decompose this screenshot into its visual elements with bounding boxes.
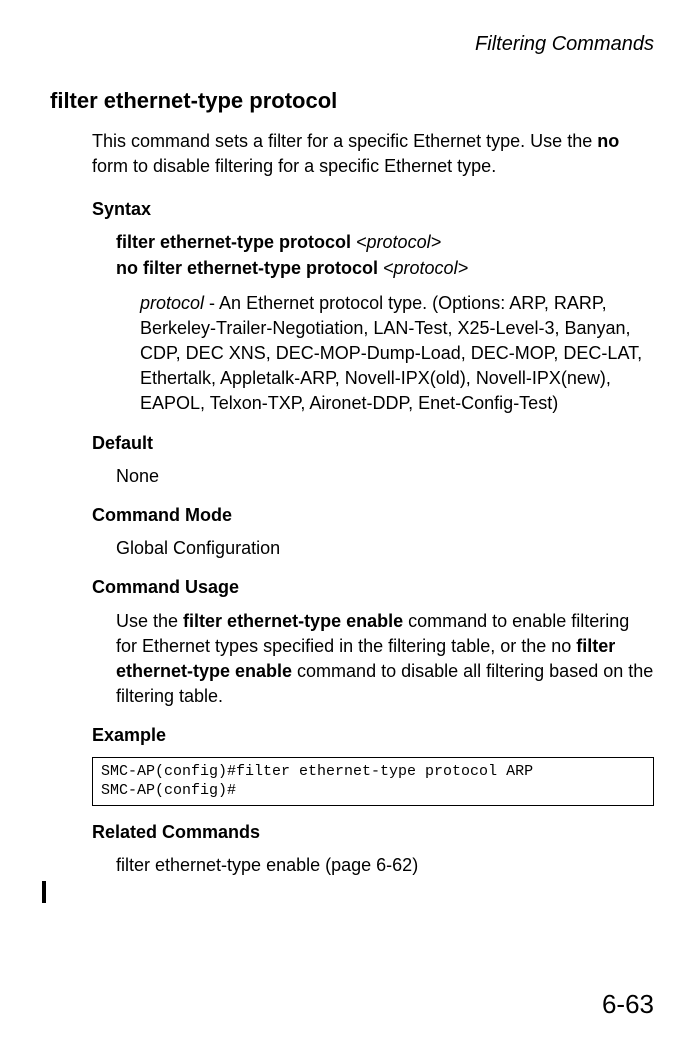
example-code: SMC-AP(config)#filter ethernet-type prot…: [92, 757, 654, 806]
param-name: protocol: [140, 293, 204, 313]
syntax-heading: Syntax: [92, 197, 654, 222]
usage-pre1: Use the: [116, 611, 183, 631]
default-heading: Default: [92, 431, 654, 456]
command-mode-value: Global Configuration: [116, 536, 654, 561]
default-value: None: [116, 464, 654, 489]
syntax-line-2: no filter ethernet-type protocol <protoc…: [116, 256, 654, 281]
change-bar-icon: [42, 881, 46, 903]
page-number: 6-63: [602, 986, 654, 1022]
description-bold: no: [597, 131, 619, 151]
related-heading: Related Commands: [92, 820, 654, 845]
syntax-param-1: <protocol>: [356, 232, 441, 252]
command-description: This command sets a filter for a specifi…: [92, 129, 654, 179]
param-desc-text: - An Ethernet protocol type. (Options: A…: [140, 293, 642, 414]
command-usage-text: Use the filter ethernet-type enable comm…: [116, 609, 654, 710]
description-pre: This command sets a filter for a specifi…: [92, 131, 597, 151]
param-description: protocol - An Ethernet protocol type. (O…: [140, 291, 654, 417]
syntax-cmd-2: no filter ethernet-type protocol: [116, 258, 383, 278]
command-mode-heading: Command Mode: [92, 503, 654, 528]
usage-bold1: filter ethernet-type enable: [183, 611, 403, 631]
syntax-line-1: filter ethernet-type protocol <protocol>: [116, 230, 654, 255]
syntax-param-2: <protocol>: [383, 258, 468, 278]
command-usage-heading: Command Usage: [92, 575, 654, 600]
example-heading: Example: [92, 723, 654, 748]
related-text: filter ethernet-type enable (page 6-62): [116, 853, 654, 878]
description-post: form to disable filtering for a specific…: [92, 156, 496, 176]
syntax-cmd-1: filter ethernet-type protocol: [116, 232, 356, 252]
syntax-block: filter ethernet-type protocol <protocol>…: [116, 230, 654, 280]
command-title: filter ethernet-type protocol: [50, 86, 654, 117]
section-header: Filtering Commands: [50, 30, 654, 58]
